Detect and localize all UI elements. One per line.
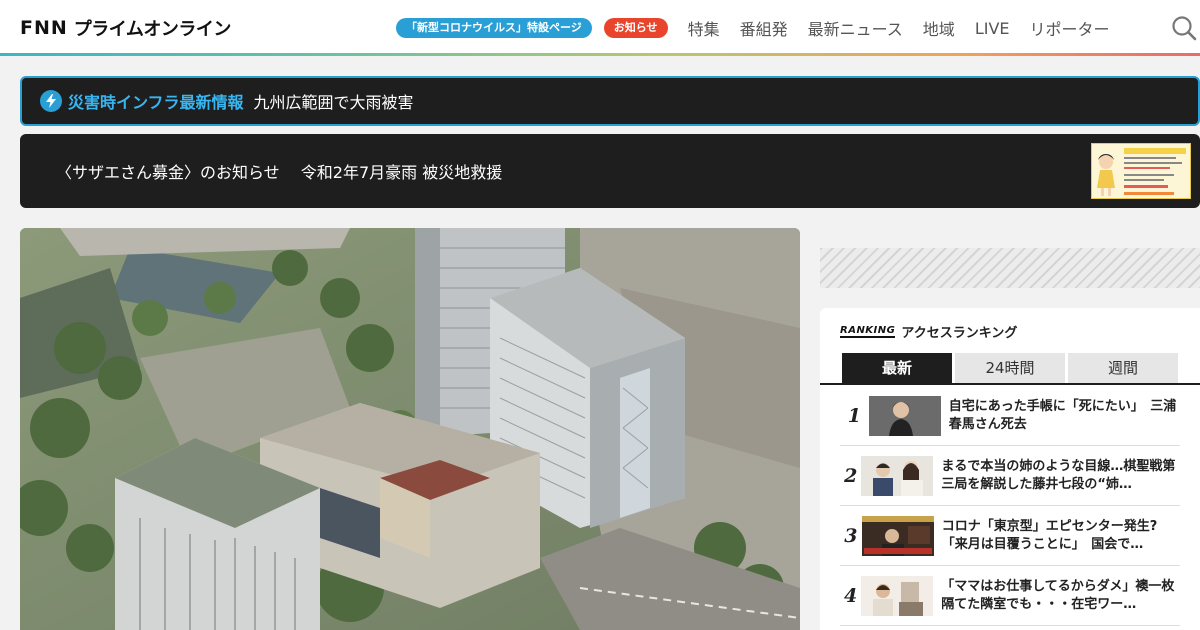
article-thumbnail[interactable] bbox=[861, 575, 934, 616]
rank-number: 2 bbox=[844, 464, 858, 487]
logo-text: プライムオンライン bbox=[73, 19, 232, 40]
ranking-list: 1 自宅にあった手帳に「死にたい」 三浦春馬さん死去 2 まるで本当の姉のような… bbox=[840, 386, 1180, 626]
tab-24-hours[interactable]: 24時間 bbox=[955, 353, 1065, 383]
nav-item-latest-news[interactable]: 最新ニュース bbox=[808, 16, 903, 40]
article-thumbnail[interactable] bbox=[868, 395, 941, 436]
search-icon[interactable] bbox=[1171, 15, 1197, 41]
site-logo[interactable]: FNN プライムオンライン bbox=[20, 16, 231, 40]
donation-banner[interactable]: 〈サザエさん募金〉のお知らせ 令和2年7月豪雨 被災地救援 bbox=[20, 134, 1200, 208]
article-thumbnail[interactable] bbox=[861, 455, 934, 496]
tabs-underline bbox=[820, 383, 1200, 385]
access-ranking: RANKING アクセスランキング 最新 24時間 週間 1 自宅にあった手帳に… bbox=[820, 308, 1200, 630]
notice-link[interactable]: お知らせ bbox=[603, 18, 668, 38]
nav-item-reporters[interactable]: リポーター bbox=[1030, 16, 1110, 40]
donation-thumbnail[interactable] bbox=[1091, 143, 1191, 199]
nav-item-features[interactable]: 特集 bbox=[688, 16, 720, 40]
rank-number: 1 bbox=[847, 404, 861, 427]
ad-placeholder[interactable] bbox=[820, 248, 1200, 288]
logo-fnn: FNN bbox=[20, 17, 68, 39]
rank-number: 3 bbox=[844, 524, 858, 547]
ranking-heading: アクセスランキング bbox=[901, 326, 1018, 341]
disaster-label[interactable]: 災害時インフラ最新情報 bbox=[68, 89, 244, 113]
list-item[interactable]: 2 まるで本当の姉のような目線…棋聖戦第三局を解説した藤井七段の“姉… bbox=[840, 446, 1180, 506]
disaster-info-bar[interactable]: 災害時インフラ最新情報 九州広範囲で大雨被害 bbox=[20, 76, 1200, 126]
hero-news-image[interactable] bbox=[20, 228, 800, 630]
article-title[interactable]: 「ママはお仕事してるからダメ」襖一枚隔てた隣室でも・・・在宅ワー… bbox=[941, 578, 1180, 614]
list-item[interactable]: 4 「ママはお仕事してるからダメ」襖一枚隔てた隣室でも・・・在宅ワー… bbox=[840, 566, 1180, 626]
ranking-logo: RANKING bbox=[840, 325, 896, 338]
list-item[interactable]: 3 コロナ「東京型」エピセンター発生?「来月は目覆うことに」 国会で… bbox=[840, 506, 1180, 566]
tab-latest[interactable]: 最新 bbox=[842, 353, 952, 383]
tab-weekly[interactable]: 週間 bbox=[1068, 353, 1178, 383]
nav-item-programs[interactable]: 番組発 bbox=[740, 16, 788, 40]
main-nav: 「新型コロナウイルス」特設ページ お知らせ 特集 番組発 最新ニュース 地域 L… bbox=[396, 16, 1110, 40]
header-gradient-line bbox=[0, 53, 1200, 56]
nav-item-live[interactable]: LIVE bbox=[975, 19, 1010, 38]
list-item[interactable]: 1 自宅にあった手帳に「死にたい」 三浦春馬さん死去 bbox=[840, 386, 1180, 446]
corona-special-link[interactable]: 「新型コロナウイルス」特設ページ bbox=[396, 18, 592, 38]
article-title[interactable]: コロナ「東京型」エピセンター発生?「来月は目覆うことに」 国会で… bbox=[942, 518, 1180, 554]
lightning-icon bbox=[40, 90, 62, 112]
disaster-headline[interactable]: 九州広範囲で大雨被害 bbox=[254, 89, 414, 113]
ranking-tabs: 最新 24時間 週間 bbox=[842, 353, 1178, 383]
article-title[interactable]: まるで本当の姉のような目線…棋聖戦第三局を解説した藤井七段の“姉… bbox=[941, 458, 1180, 494]
ranking-title: RANKING アクセスランキング bbox=[840, 322, 1017, 341]
article-thumbnail[interactable] bbox=[861, 515, 934, 556]
nav-item-regions[interactable]: 地域 bbox=[923, 16, 955, 40]
site-header: FNN プライムオンライン 「新型コロナウイルス」特設ページ お知らせ 特集 番… bbox=[0, 0, 1200, 56]
rank-number: 4 bbox=[843, 584, 858, 607]
article-title[interactable]: 自宅にあった手帳に「死にたい」 三浦春馬さん死去 bbox=[949, 398, 1180, 434]
donation-text[interactable]: 〈サザエさん募金〉のお知らせ 令和2年7月豪雨 被災地救援 bbox=[56, 159, 502, 183]
